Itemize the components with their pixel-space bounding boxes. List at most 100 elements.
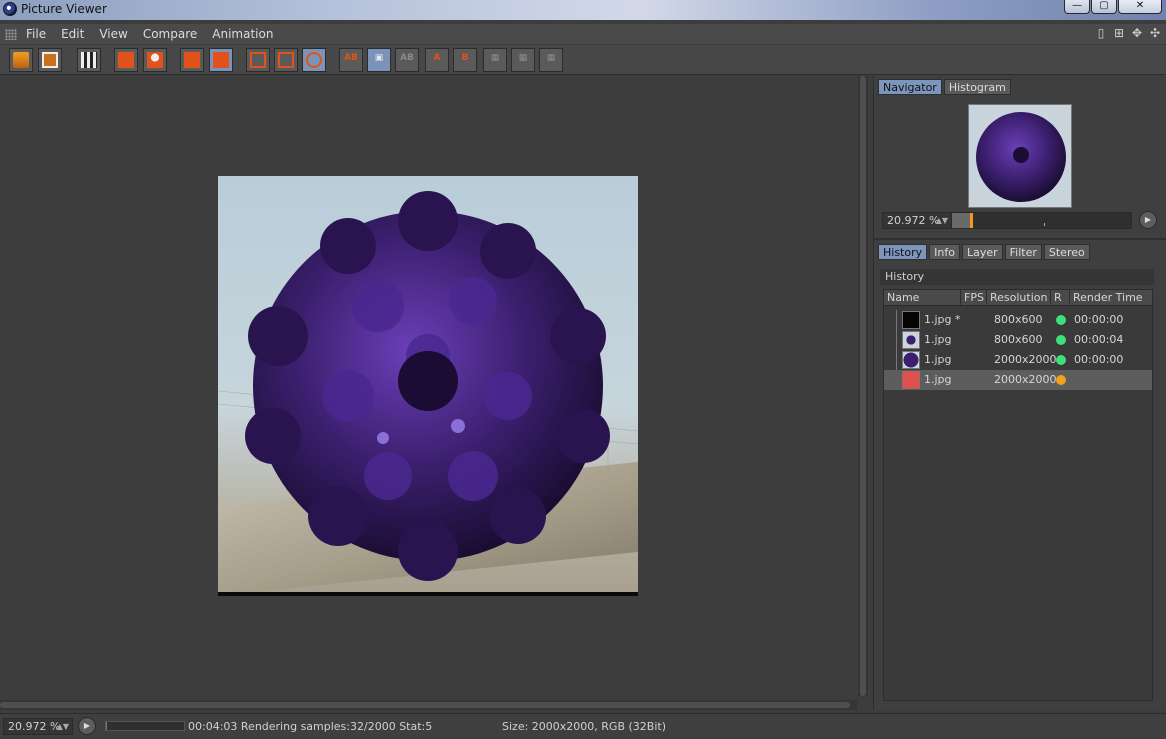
horizontal-scrollbar[interactable] [0,700,857,710]
menu-edit[interactable]: Edit [61,27,84,41]
save-button[interactable] [38,48,62,72]
tab-info[interactable]: Info [929,244,960,260]
new-panel-icon[interactable]: ⊞ [1112,26,1126,40]
compare-mode-2-button[interactable]: ▦ [511,48,535,72]
panel-layout-icon[interactable]: ▯ [1094,26,1108,40]
menu-compare[interactable]: Compare [143,27,197,41]
column-render-time[interactable]: Render Time [1070,290,1152,306]
tab-history[interactable]: History [878,244,928,260]
copy-icon [184,52,200,68]
history-table-header: Name FPS Resolution R Render Time [884,290,1152,306]
tab-layer[interactable]: Layer [961,244,1003,260]
black-thumbnail-icon [902,311,920,329]
eye-icon [306,52,322,68]
user-button[interactable] [143,48,167,72]
compare-mode-icon: ▦ [490,53,500,63]
ab-icon: AB [344,53,358,63]
render-status-text: 00:04:03 Rendering samples:32/2000 Stat:… [188,720,433,733]
grip-icon[interactable] [5,29,17,40]
set-b-button[interactable]: B [453,48,477,72]
navigator-zoom-value: 20.972 % [887,214,940,227]
region-icon [118,52,134,68]
render-progress-strip [218,592,638,596]
open-folder-icon [13,52,29,68]
render-progress-bar [105,721,185,731]
view-b-button[interactable] [274,48,298,72]
navigator-zoom-slider[interactable] [951,212,1132,229]
menu-view[interactable]: View [99,27,127,41]
save-disk-icon [42,52,58,68]
status-bar: 20.972 % ▲▼ ▶ 00:04:03 Rendering samples… [0,713,1166,739]
rendering-thumbnail-icon [902,371,920,389]
tab-stereo[interactable]: Stereo [1043,244,1090,260]
status-zoom-field[interactable]: 20.972 % ▲▼ [3,718,73,735]
row-render-time: 00:00:00 [1074,313,1124,326]
cinema4d-app-icon [3,2,17,16]
status-zoom-value: 20.972 % [8,720,61,733]
region-button[interactable] [114,48,138,72]
right-panel: Navigator Histogram 20.972 % ▲▼ ▶ Histor… [873,76,1166,710]
ab-button[interactable]: AB [339,48,363,72]
row-resolution: 2000x2000 [994,373,1057,386]
compare-mode-1-button[interactable]: ▦ [483,48,507,72]
window-title: Picture Viewer [21,2,107,16]
menu-bar: File Edit View Compare Animation ▯ ⊞ ✥ ✣ [0,24,1166,44]
sphere-thumbnail-icon [902,331,920,349]
render-movie-button[interactable] [77,48,101,72]
vertical-scrollbar[interactable] [858,76,868,696]
sphere-render-graphic [218,191,638,581]
view-compare-button[interactable] [302,48,326,72]
layers-button[interactable] [209,48,233,72]
row-resolution: 800x600 [994,313,1043,326]
open-button[interactable] [9,48,33,72]
horizontal-scrollbar-thumb[interactable] [0,702,850,708]
tab-filter[interactable]: Filter [1004,244,1042,260]
copy-button[interactable] [180,48,204,72]
row-name: 1.jpg * [924,313,961,326]
compare-mode-icon: ▦ [546,53,556,63]
column-name[interactable]: Name [884,290,961,306]
row-name: 1.jpg [924,333,952,346]
spinner-arrows-icon[interactable]: ▲▼ [57,719,69,734]
history-section-header: History [880,269,1154,285]
compare-mode-3-button[interactable]: ▦ [539,48,563,72]
status-dot-icon [1056,355,1066,365]
minimize-button[interactable]: — [1064,0,1090,14]
ab-split-button[interactable]: ▣ [367,48,391,72]
table-row[interactable]: 1.jpg 2000x2000 00:00:00 [884,350,1152,370]
close-button[interactable]: ✕ [1118,0,1162,14]
zoom-slider-tick [1044,223,1045,226]
table-row[interactable]: 1.jpg 800x600 00:00:04 [884,330,1152,350]
maximize-button[interactable]: ▢ [1091,0,1117,14]
status-dot-icon [1056,315,1066,325]
dock-icon[interactable]: ✣ [1148,26,1162,40]
tab-navigator[interactable]: Navigator [878,79,942,95]
navigator-preview[interactable] [968,104,1072,208]
status-play-button[interactable]: ▶ [78,717,96,735]
clapper-icon [81,52,97,68]
image-size-info: Size: 2000x2000, RGB (32Bit) [502,720,666,733]
zoom-slider-handle[interactable] [970,213,973,228]
spinner-arrows-icon[interactable]: ▲▼ [936,213,948,228]
navigator-zoom-field[interactable]: 20.972 % ▲▼ [882,212,952,229]
column-r[interactable]: R [1051,290,1070,306]
table-row-selected[interactable]: 1.jpg 2000x2000 [884,370,1152,390]
vertical-scrollbar-thumb[interactable] [860,76,866,696]
tab-histogram[interactable]: Histogram [943,79,1011,95]
layers-icon [213,52,229,68]
compare-mode-icon: ▦ [518,53,528,63]
menu-animation[interactable]: Animation [212,27,273,41]
row-resolution: 2000x2000 [994,353,1057,366]
row-render-time: 00:00:00 [1074,353,1124,366]
panel-divider [874,238,1166,240]
navigator-preview-graphic [976,112,1066,202]
set-a-button[interactable]: A [425,48,449,72]
view-a-button[interactable] [246,48,270,72]
ab-disabled-button[interactable]: AB [395,48,419,72]
move-panel-icon[interactable]: ✥ [1130,26,1144,40]
column-fps[interactable]: FPS [961,290,987,306]
column-resolution[interactable]: Resolution [987,290,1051,306]
table-row[interactable]: 1.jpg * 800x600 00:00:00 [884,310,1152,330]
menu-file[interactable]: File [26,27,46,41]
navigator-play-button[interactable]: ▶ [1139,211,1157,229]
